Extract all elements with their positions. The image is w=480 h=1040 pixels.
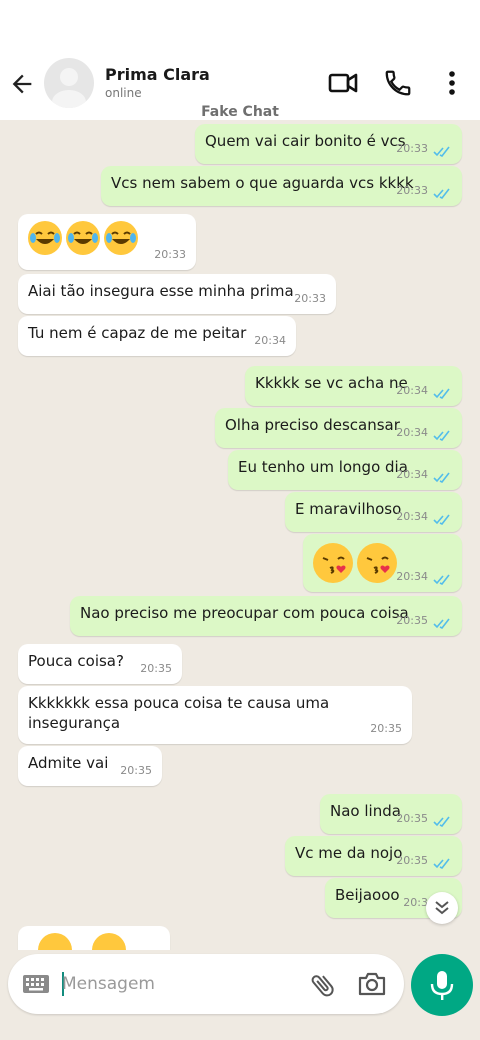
keyboard-icon[interactable] (22, 974, 50, 994)
message-time: 20:34 (396, 468, 428, 481)
message-outgoing[interactable]: Kkkkk se vc acha ne 20:34 (245, 366, 462, 406)
emoji-content (313, 543, 452, 583)
chat-area[interactable]: Quem vai cair bonito é vcs 20:33 Vcs nem… (0, 120, 480, 950)
message-time: 20:34 (396, 384, 428, 397)
message-time: 20:34 (396, 570, 428, 583)
contact-status: online (105, 86, 142, 100)
message-text: Aiai tão insegura esse minha prima (28, 282, 294, 300)
laughing-emoji-icon (104, 221, 138, 255)
laughing-emoji-icon (38, 933, 72, 950)
message-composer[interactable] (8, 954, 404, 1014)
message-text: Admite vai (28, 754, 109, 772)
status-bar (0, 0, 480, 52)
message-incoming[interactable] (18, 926, 170, 950)
message-time: 20:3 (403, 896, 428, 909)
read-ticks-icon (433, 430, 450, 442)
read-ticks-icon (433, 514, 450, 526)
watermark: Fake Chat (201, 104, 279, 120)
message-outgoing[interactable]: Nao linda 20:35 (320, 794, 462, 834)
message-outgoing[interactable]: E maravilhoso 20:34 (285, 492, 462, 532)
back-arrow-icon[interactable] (8, 70, 36, 98)
message-outgoing[interactable]: Vcs nem sabem o que aguarda vcs kkkk 20:… (101, 166, 462, 206)
message-text: Kkkkk se vc acha ne (255, 374, 408, 392)
message-time: 20:34 (396, 510, 428, 523)
message-time: 20:35 (396, 614, 428, 627)
voice-message-button[interactable] (411, 954, 473, 1016)
message-incoming[interactable]: Kkkkkkk essa pouca coisa te causa uma in… (18, 686, 412, 744)
message-incoming[interactable]: Pouca coisa? 20:35 (18, 644, 182, 684)
mic-icon (430, 971, 454, 1000)
message-incoming[interactable]: 20:33 (18, 214, 196, 270)
video-call-icon[interactable] (328, 68, 358, 98)
message-text: E maravilhoso (295, 500, 402, 518)
message-outgoing[interactable]: Nao preciso me preocupar com pouca coisa… (70, 596, 462, 636)
message-time: 20:33 (396, 184, 428, 197)
message-outgoing[interactable]: Vc me da nojo 20:35 (285, 836, 462, 876)
phone-icon[interactable] (383, 68, 413, 98)
message-time: 20:34 (254, 334, 286, 347)
message-text: Pouca coisa? (28, 652, 124, 670)
message-text: Quem vai cair bonito é vcs (205, 132, 406, 150)
attach-icon[interactable] (308, 970, 338, 1000)
message-outgoing[interactable]: Eu tenho um longo dia 20:34 (228, 450, 462, 490)
more-options-icon[interactable] (437, 68, 467, 98)
message-incoming[interactable]: Admite vai 20:35 (18, 746, 162, 786)
read-ticks-icon (433, 574, 450, 586)
message-text: Tu nem é capaz de me peitar (28, 324, 247, 342)
message-text: Olha preciso descansar (225, 416, 400, 434)
message-time: 20:33 (294, 292, 326, 305)
message-input[interactable] (62, 970, 302, 998)
avatar[interactable] (44, 58, 94, 108)
kiss-emoji-icon (313, 543, 353, 583)
laughing-emoji-icon (92, 933, 126, 950)
message-text: Kkkkkkk essa pouca coisa te causa uma in… (28, 694, 330, 732)
message-time: 20:35 (396, 854, 428, 867)
message-time: 20:35 (120, 764, 152, 777)
kiss-emoji-icon (357, 543, 397, 583)
contact-name[interactable]: Prima Clara (105, 65, 210, 84)
message-time: 20:33 (396, 142, 428, 155)
read-ticks-icon (433, 188, 450, 200)
message-time: 20:35 (396, 812, 428, 825)
laughing-emoji-icon (66, 221, 100, 255)
read-ticks-icon (433, 472, 450, 484)
message-outgoing[interactable]: Quem vai cair bonito é vcs 20:33 (195, 124, 462, 164)
read-ticks-icon (433, 618, 450, 630)
emoji-content (28, 933, 160, 950)
read-ticks-icon (433, 146, 450, 158)
message-text: Beijaooo (335, 886, 400, 904)
message-text: Vc me da nojo (295, 844, 403, 862)
scroll-down-icon (435, 901, 449, 915)
message-text: Nao preciso me preocupar com pouca coisa (80, 604, 409, 622)
message-text: Nao linda (330, 802, 401, 820)
message-time: 20:35 (370, 722, 402, 735)
camera-icon[interactable] (357, 970, 387, 998)
scroll-down-button[interactable] (426, 892, 458, 924)
message-outgoing[interactable]: Olha preciso descansar 20:34 (215, 408, 462, 448)
message-incoming[interactable]: Tu nem é capaz de me peitar 20:34 (18, 316, 296, 356)
read-ticks-icon (433, 816, 450, 828)
message-time: 20:33 (154, 248, 186, 261)
laughing-emoji-icon (28, 221, 62, 255)
message-outgoing[interactable]: 20:34 (303, 534, 462, 592)
read-ticks-icon (433, 388, 450, 400)
message-text: Eu tenho um longo dia (238, 458, 408, 476)
message-time: 20:35 (140, 662, 172, 675)
read-ticks-icon (433, 858, 450, 870)
message-text: Vcs nem sabem o que aguarda vcs kkkk (111, 174, 414, 192)
message-time: 20:34 (396, 426, 428, 439)
message-incoming[interactable]: Aiai tão insegura esse minha prima 20:33 (18, 274, 336, 314)
